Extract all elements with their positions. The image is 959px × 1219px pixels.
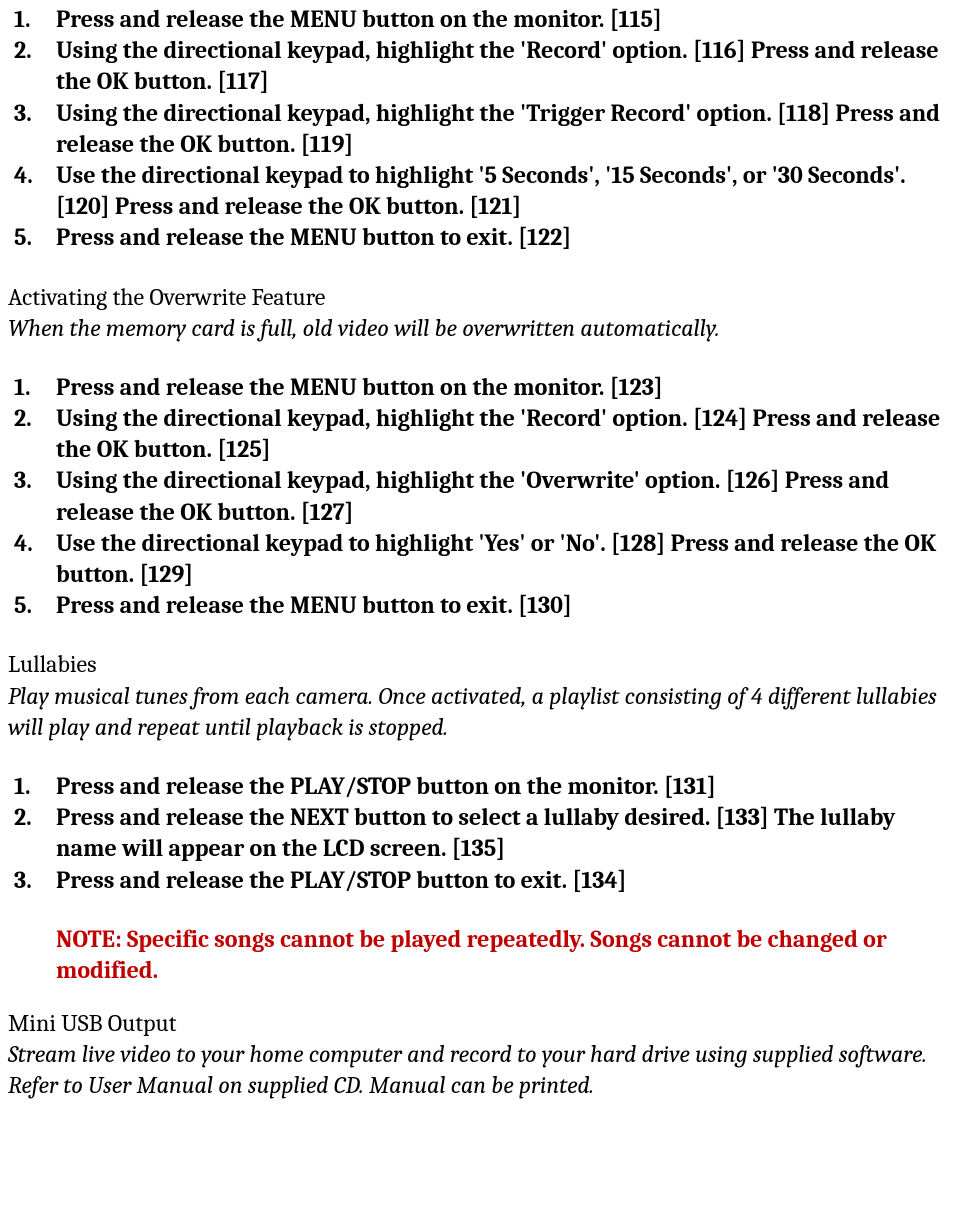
list-item: Press and release the MENU button on the… bbox=[8, 372, 951, 403]
overwrite-description: When the memory card is full, old video … bbox=[8, 313, 951, 344]
list-item: Press and release the PLAY/STOP button t… bbox=[8, 865, 951, 896]
list-item: Using the directional keypad, highlight … bbox=[8, 35, 951, 97]
list-item: Use the directional keypad to highlight … bbox=[8, 160, 951, 222]
list-item: Press and release the MENU button to exi… bbox=[8, 590, 951, 621]
list-item: Press and release the MENU button to exi… bbox=[8, 222, 951, 253]
lullabies-steps: Press and release the PLAY/STOP button o… bbox=[8, 771, 951, 896]
usb-description: Stream live video to your home computer … bbox=[8, 1039, 951, 1101]
trigger-record-steps: Press and release the MENU button on the… bbox=[8, 4, 951, 254]
list-item: Using the directional keypad, highlight … bbox=[8, 98, 951, 160]
list-item: Using the directional keypad, highlight … bbox=[8, 403, 951, 465]
list-item: Press and release the NEXT button to sel… bbox=[8, 802, 951, 864]
overwrite-title: Activating the Overwrite Feature bbox=[8, 282, 951, 313]
lullabies-title: Lullabies bbox=[8, 649, 951, 680]
list-item: Using the directional keypad, highlight … bbox=[8, 465, 951, 527]
list-item: Press and release the PLAY/STOP button o… bbox=[8, 771, 951, 802]
list-item: Use the directional keypad to highlight … bbox=[8, 528, 951, 590]
overwrite-steps: Press and release the MENU button on the… bbox=[8, 372, 951, 622]
lullabies-note: NOTE: Specific songs cannot be played re… bbox=[8, 924, 951, 986]
usb-title: Mini USB Output bbox=[8, 1008, 951, 1039]
list-item: Press and release the MENU button on the… bbox=[8, 4, 951, 35]
lullabies-description: Play musical tunes from each camera. Onc… bbox=[8, 681, 951, 743]
